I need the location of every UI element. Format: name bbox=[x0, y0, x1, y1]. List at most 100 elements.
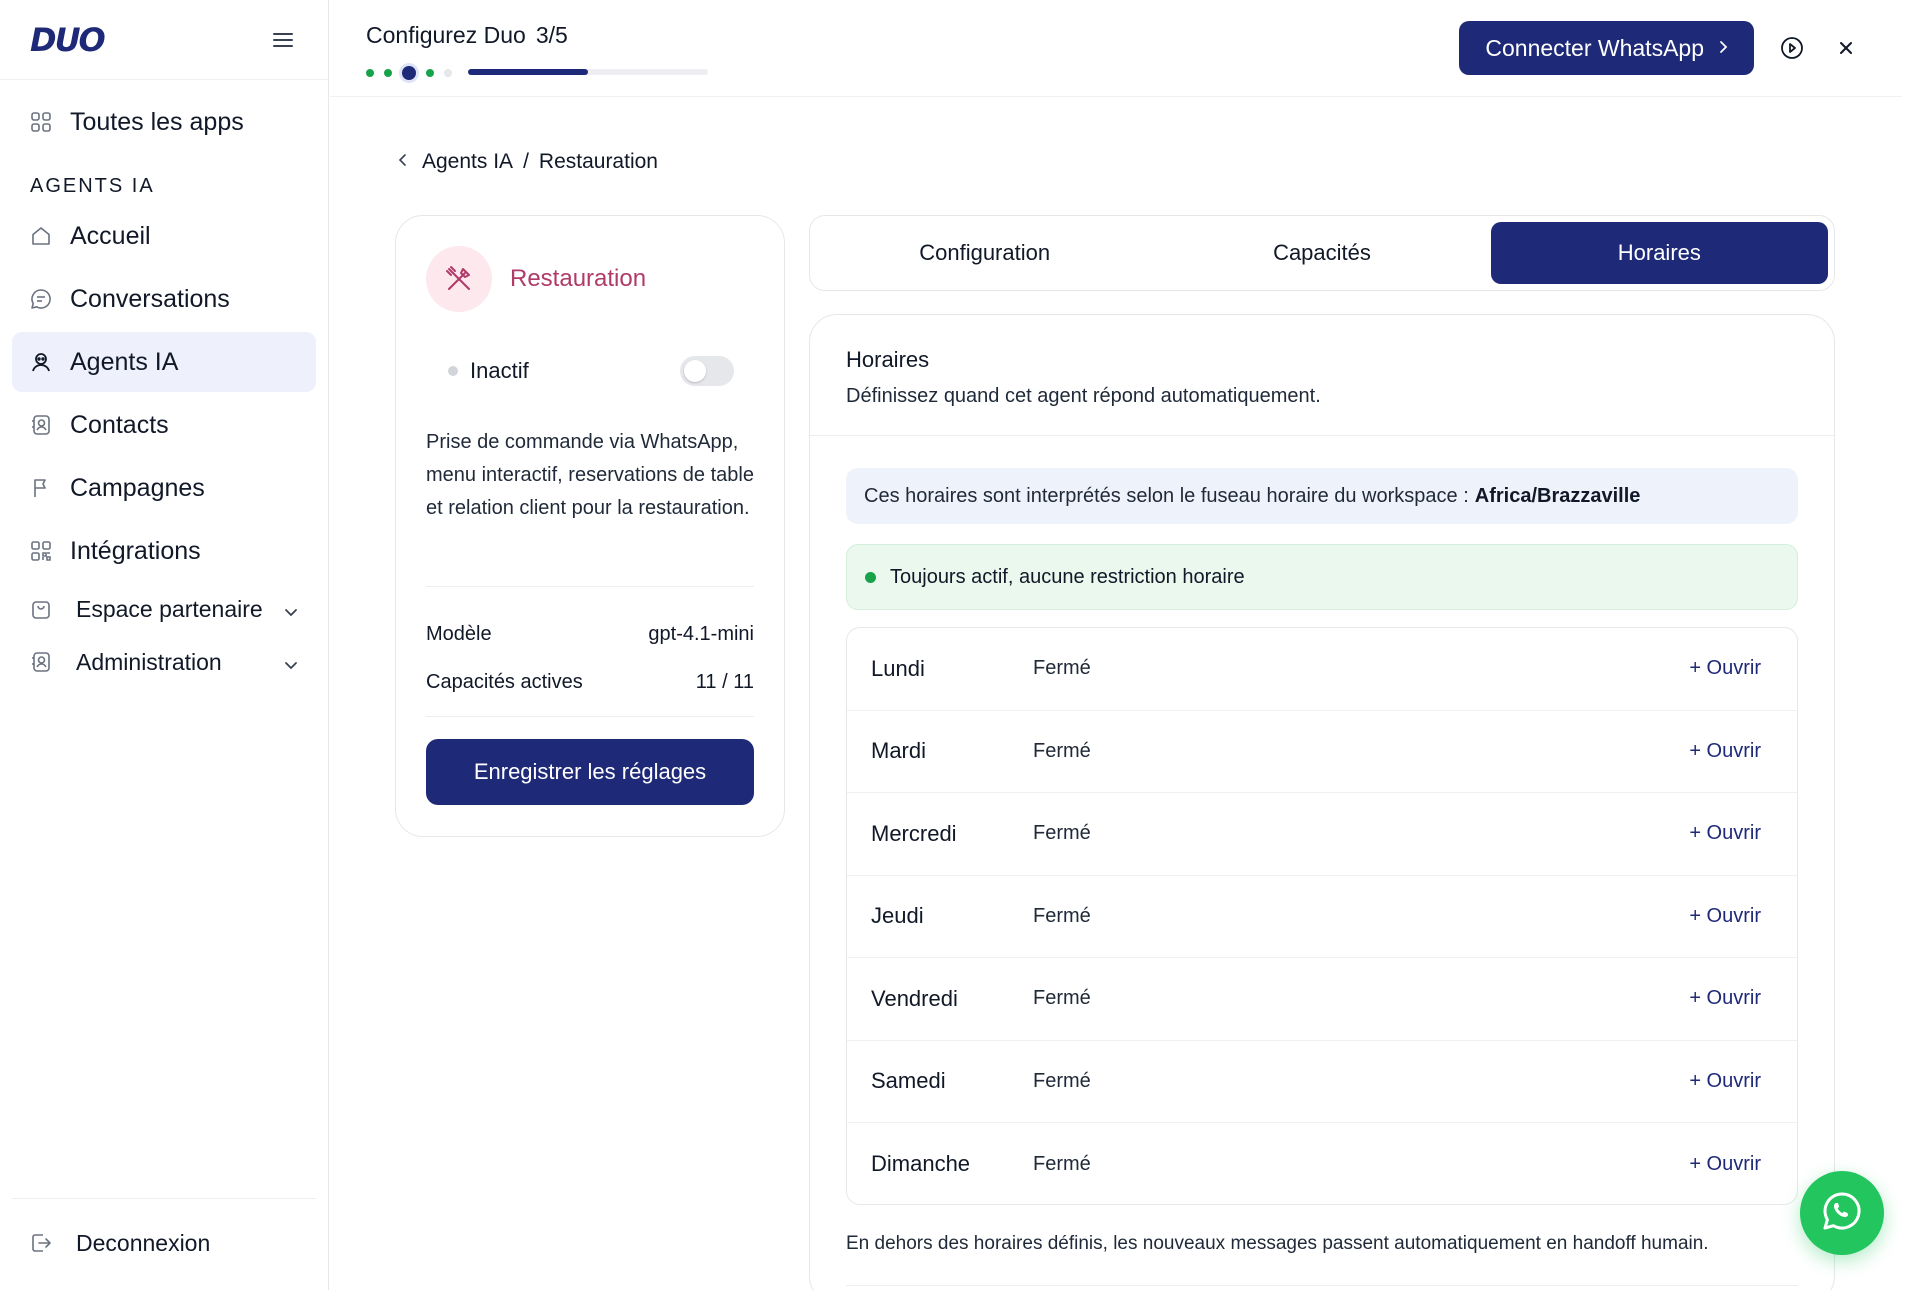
divider bbox=[426, 716, 754, 717]
day-name: Mardi bbox=[871, 738, 927, 764]
divider bbox=[810, 435, 1834, 436]
open-day-button[interactable]: + Ouvrir bbox=[1689, 905, 1761, 928]
sidebar-item-agents-ia[interactable]: Agents IA bbox=[12, 332, 316, 392]
contacts-icon bbox=[28, 412, 54, 438]
sidebar-group-administration[interactable]: Administration bbox=[12, 637, 316, 687]
day-name: Mercredi bbox=[871, 820, 957, 846]
day-name: Jeudi bbox=[871, 903, 924, 929]
apps-grid-icon bbox=[28, 109, 54, 135]
day-row-vendredi: Vendredi Fermé + Ouvrir bbox=[847, 958, 1797, 1041]
bot-icon bbox=[28, 349, 54, 375]
day-name: Lundi bbox=[871, 655, 925, 681]
day-status: Fermé bbox=[1033, 987, 1091, 1010]
admin-icon bbox=[28, 649, 54, 675]
sidebar-item-label: Toutes les apps bbox=[70, 107, 244, 136]
open-day-button[interactable]: + Ouvrir bbox=[1689, 1070, 1761, 1093]
divider bbox=[846, 1285, 1798, 1286]
agent-card: Restauration Inactif Prise de commande v… bbox=[395, 215, 785, 837]
sidebar-item-label: Administration bbox=[76, 648, 222, 675]
model-row: Modèle gpt-4.1-mini bbox=[426, 623, 754, 646]
connect-whatsapp-button[interactable]: Connecter WhatsApp bbox=[1459, 21, 1754, 75]
sidebar-item-conversations[interactable]: Conversations bbox=[12, 269, 316, 329]
active-dot bbox=[865, 571, 876, 583]
step-dots bbox=[366, 66, 462, 80]
agent-tabs: Configuration Capacités Horaires bbox=[809, 215, 1835, 291]
home-icon bbox=[28, 223, 54, 249]
breadcrumb-parent[interactable]: Agents IA bbox=[422, 150, 513, 174]
toggle-knob bbox=[684, 360, 706, 382]
agent-status-row: Inactif bbox=[448, 356, 734, 386]
agent-name: Restauration bbox=[510, 265, 647, 292]
tab-configuration[interactable]: Configuration bbox=[816, 222, 1153, 284]
chevron-down-icon bbox=[282, 600, 300, 618]
step-dot-current[interactable] bbox=[402, 66, 416, 80]
agent-header: Restauration bbox=[426, 246, 646, 312]
logout-button[interactable]: Deconnexion bbox=[12, 1213, 316, 1273]
model-value: gpt-4.1-mini bbox=[648, 623, 754, 645]
logout-icon bbox=[28, 1230, 54, 1256]
step-dot-done[interactable] bbox=[366, 69, 374, 77]
chevron-left-icon[interactable] bbox=[398, 150, 408, 174]
topbar: Configurez Duo 3/5 Connecter WhatsApp bbox=[330, 0, 1902, 97]
step-dot-done[interactable] bbox=[426, 69, 434, 77]
capabilities-row: Capacités actives 11 / 11 bbox=[426, 671, 754, 694]
agent-active-toggle[interactable] bbox=[680, 356, 734, 386]
bag-icon bbox=[28, 596, 54, 622]
whatsapp-icon bbox=[1820, 1189, 1864, 1238]
onboarding-title-text: Configurez Duo bbox=[366, 22, 526, 48]
hamburger-menu-icon[interactable] bbox=[268, 25, 298, 55]
flag-icon bbox=[28, 475, 54, 501]
agent-status: Inactif bbox=[470, 358, 529, 383]
save-settings-button[interactable]: Enregistrer les réglages bbox=[426, 739, 754, 805]
schedule-card: Horaires Définissez quand cet agent répo… bbox=[809, 314, 1835, 1290]
schedule-subtitle: Définissez quand cet agent répond automa… bbox=[846, 385, 1321, 407]
play-video-icon[interactable] bbox=[1778, 34, 1806, 62]
chat-icon bbox=[28, 286, 54, 312]
sidebar-item-accueil[interactable]: Accueil bbox=[12, 206, 316, 266]
sidebar-item-integrations[interactable]: Intégrations bbox=[12, 521, 316, 581]
day-name: Dimanche bbox=[871, 1151, 971, 1177]
logo[interactable]: DUO bbox=[30, 21, 106, 59]
days-list: Lundi Fermé + Ouvrir Mardi Fermé + Ouvri… bbox=[846, 627, 1798, 1205]
model-label: Modèle bbox=[426, 623, 492, 645]
open-day-button[interactable]: + Ouvrir bbox=[1689, 1153, 1761, 1176]
close-icon[interactable] bbox=[1832, 34, 1860, 62]
day-status: Fermé bbox=[1033, 739, 1091, 762]
open-day-button[interactable]: + Ouvrir bbox=[1689, 740, 1761, 763]
day-row-jeudi: Jeudi Fermé + Ouvrir bbox=[847, 876, 1797, 958]
sidebar-item-all-apps[interactable]: Toutes les apps bbox=[12, 92, 316, 152]
onboarding-progress-bar bbox=[468, 69, 708, 75]
timezone-text: Ces horaires sont interprétés selon le f… bbox=[864, 484, 1469, 507]
agent-description: Prise de commande via WhatsApp, menu int… bbox=[426, 431, 754, 519]
step-dot-done[interactable] bbox=[384, 69, 392, 77]
sidebar-item-campagnes[interactable]: Campagnes bbox=[12, 458, 316, 518]
sidebar-group-espace-partenaire[interactable]: Espace partenaire bbox=[12, 584, 316, 634]
chevron-down-icon bbox=[282, 653, 300, 671]
day-row-mardi: Mardi Fermé + Ouvrir bbox=[847, 711, 1797, 793]
utensils-icon bbox=[426, 246, 492, 312]
schedule-title: Horaires bbox=[846, 347, 930, 372]
whatsapp-fab-button[interactable] bbox=[1800, 1171, 1884, 1255]
step-dot-pending[interactable] bbox=[444, 69, 452, 77]
logout-section: Deconnexion bbox=[12, 1198, 316, 1276]
progress-fill bbox=[468, 69, 588, 75]
day-status: Fermé bbox=[1033, 1152, 1091, 1175]
logout-label: Deconnexion bbox=[76, 1229, 211, 1256]
sidebar-item-label: Contacts bbox=[70, 410, 169, 439]
tab-horaires[interactable]: Horaires bbox=[1490, 222, 1828, 284]
logo-row: DUO bbox=[0, 0, 328, 80]
sidebar-item-label: Conversations bbox=[70, 284, 230, 313]
sidebar-item-contacts[interactable]: Contacts bbox=[12, 395, 316, 455]
day-status: Fermé bbox=[1033, 822, 1091, 845]
tab-capacites[interactable]: Capacités bbox=[1153, 222, 1490, 284]
divider bbox=[426, 586, 754, 587]
onboarding-step: 3/5 bbox=[535, 22, 568, 48]
open-day-button[interactable]: + Ouvrir bbox=[1689, 822, 1761, 845]
open-day-button[interactable]: + Ouvrir bbox=[1689, 987, 1761, 1010]
open-day-button[interactable]: + Ouvrir bbox=[1689, 657, 1761, 680]
sidebar-item-label: Espace partenaire bbox=[76, 595, 263, 622]
sidebar-item-label: Accueil bbox=[70, 221, 151, 250]
connect-whatsapp-label: Connecter WhatsApp bbox=[1485, 34, 1704, 61]
sidebar-item-label: Campagnes bbox=[70, 473, 205, 502]
chevron-right-icon bbox=[1718, 38, 1728, 59]
